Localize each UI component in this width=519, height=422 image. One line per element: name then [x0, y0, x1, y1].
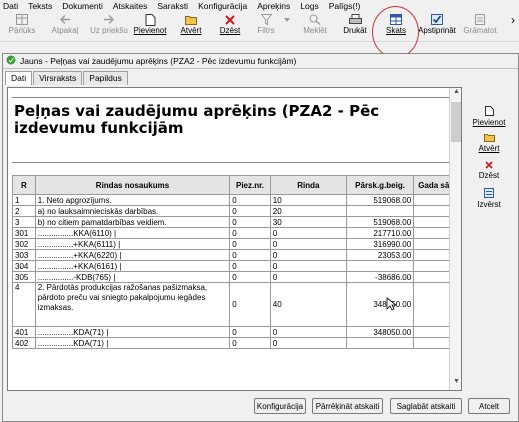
- toolbar-approve-button[interactable]: Apstiprināt: [416, 13, 458, 41]
- tab-additional[interactable]: Papildus: [83, 71, 128, 85]
- report-window: Jauns - Peļņas vai zaudējumu aprēķins (P…: [2, 53, 519, 422]
- approve-icon: [430, 13, 444, 26]
- side-delete-button[interactable]: Dzēst: [464, 161, 514, 180]
- table-view-icon: [389, 13, 403, 26]
- vertical-scrollbar[interactable]: ▲ ▼: [449, 88, 461, 390]
- chevron-right-icon: ›: [511, 13, 515, 27]
- filter-icon: [259, 13, 273, 26]
- menu-item[interactable]: Palīgs(!): [326, 1, 368, 11]
- window-title: Jauns - Peļņas vai zaudējumu aprēķins (P…: [20, 56, 297, 66]
- toolbar-back-button[interactable]: Atpakaļ: [48, 13, 82, 41]
- arrow-left-icon: [58, 13, 72, 26]
- table-row[interactable]: 3 b) no citiem pamatdarbības veidiem. 0 30…: [12, 216, 461, 228]
- table-row[interactable]: 2 a) no lauksaimnieciskās darbības. 0 20: [12, 205, 461, 217]
- menu-item[interactable]: Dati: [0, 1, 25, 11]
- save-report-button[interactable]: Saglabāt atskaiti: [390, 398, 462, 414]
- toolbar-overflow-button[interactable]: ›: [508, 13, 518, 41]
- col-header[interactable]: Pārsk.g.beig.: [345, 175, 415, 195]
- divider: [12, 162, 449, 163]
- delete-icon: [223, 13, 237, 26]
- menu-bar: Dati Teksts Dokumenti Atskaites Saraksti…: [0, 0, 519, 12]
- toolbar-delete-button[interactable]: Dzēst: [217, 13, 243, 41]
- menu-item[interactable]: Konfigurācija: [195, 1, 254, 11]
- chevron-down-icon: [280, 13, 294, 26]
- scroll-down-icon[interactable]: ▼: [450, 378, 461, 390]
- ledger-icon: [473, 13, 487, 26]
- table-row[interactable]: 301 ................KKA(6110) | 00 217710…: [12, 227, 461, 239]
- toolbar-search-button[interactable]: Meklēt: [298, 13, 332, 41]
- delete-icon: [485, 161, 493, 171]
- menu-item[interactable]: Atskaites: [110, 1, 155, 11]
- table-row[interactable]: 303 ................+KKA(6220) | 00 23053…: [12, 249, 461, 261]
- side-expand-button[interactable]: Izvērst: [464, 188, 514, 209]
- recalculate-button[interactable]: Pārrēķināt atskaiti: [312, 398, 383, 414]
- new-document-icon: [484, 106, 494, 118]
- filter-dropdown[interactable]: [283, 13, 291, 41]
- menu-item[interactable]: Apreķins: [254, 1, 297, 11]
- side-open-button[interactable]: Atvērt: [464, 133, 514, 153]
- divider: [12, 97, 449, 98]
- table-row[interactable]: 402 ................KDA(71) | 00: [12, 337, 461, 349]
- window-titlebar: Jauns - Peļņas vai zaudējumu aprēķins (P…: [3, 54, 518, 69]
- scroll-up-icon[interactable]: ▲: [450, 88, 461, 100]
- col-header[interactable]: R: [12, 175, 36, 195]
- report-title: Peļņas vai zaudējumu aprēķins (PZA2 - Pē…: [14, 102, 380, 137]
- toolbar-forward-button[interactable]: Uz priekšu: [88, 13, 130, 41]
- menu-item[interactable]: Teksts: [25, 1, 59, 11]
- menu-item[interactable]: Logs: [297, 1, 325, 11]
- tab-heading[interactable]: Virsraksts: [33, 71, 83, 85]
- toolbar-post-button[interactable]: Grāmatot: [460, 13, 500, 41]
- toolbar-open-button[interactable]: Atvērt: [176, 13, 206, 41]
- scroll-thumb[interactable]: [451, 102, 461, 142]
- report-content: Peļņas vai zaudējumu aprēķins (PZA2 - Pē…: [7, 87, 462, 391]
- cancel-button[interactable]: Atcelt: [468, 398, 510, 414]
- tab-strip: Dati Virsraksts Papildus: [5, 71, 129, 85]
- side-add-button[interactable]: Pievienot: [464, 106, 514, 127]
- open-folder-icon: [184, 13, 198, 26]
- col-header[interactable]: Piez.nr.: [229, 175, 271, 195]
- toolbar: Pārlūks Atpakaļ Uz priekšu Pievienot Atv…: [0, 12, 519, 42]
- table-row[interactable]: 401 ................KDA(71) | 00 348050.0…: [12, 326, 461, 338]
- report-table: R Rindas nosaukums Piez.nr. Rinda Pārsk.…: [12, 175, 461, 349]
- app-icon: [6, 55, 16, 67]
- toolbar-view-button[interactable]: Skats: [383, 13, 409, 41]
- grid-icon: [15, 13, 29, 26]
- table-header-row: R Rindas nosaukums Piez.nr. Rinda Pārsk.…: [12, 175, 461, 195]
- table-row[interactable]: 302 ................+KKA(6111) | 00 31699…: [12, 238, 461, 250]
- toolbar-filter-button[interactable]: Filtrs: [253, 13, 279, 41]
- search-icon: [308, 13, 322, 26]
- table-row[interactable]: 304 ................+KKA(6161) | 00: [12, 260, 461, 272]
- col-header[interactable]: Rinda: [269, 175, 347, 195]
- menu-item[interactable]: Dokumenti: [59, 1, 110, 11]
- menu-item[interactable]: Saraksti: [154, 1, 195, 11]
- tab-data[interactable]: Dati: [5, 71, 33, 85]
- arrow-right-icon: [102, 13, 116, 26]
- new-document-icon: [143, 13, 157, 26]
- toolbar-add-button[interactable]: Pievienot: [130, 13, 170, 41]
- open-folder-icon: [483, 133, 495, 144]
- toolbar-print-button[interactable]: Drukāt: [340, 13, 370, 41]
- table-row[interactable]: 1 1. Neto apgrozījums. 0 10 519068.00: [12, 194, 461, 206]
- toolbar-browser-button[interactable]: Pārlūks: [6, 13, 38, 41]
- col-header[interactable]: Rindas nosaukums: [34, 175, 231, 195]
- table-row[interactable]: 305 ................-KDB(765) | 00 -38686…: [12, 271, 461, 283]
- expand-icon: [484, 188, 494, 200]
- mouse-cursor-icon: [386, 297, 396, 311]
- configuration-button[interactable]: Konfigurācija: [254, 398, 306, 414]
- printer-icon: [348, 13, 362, 26]
